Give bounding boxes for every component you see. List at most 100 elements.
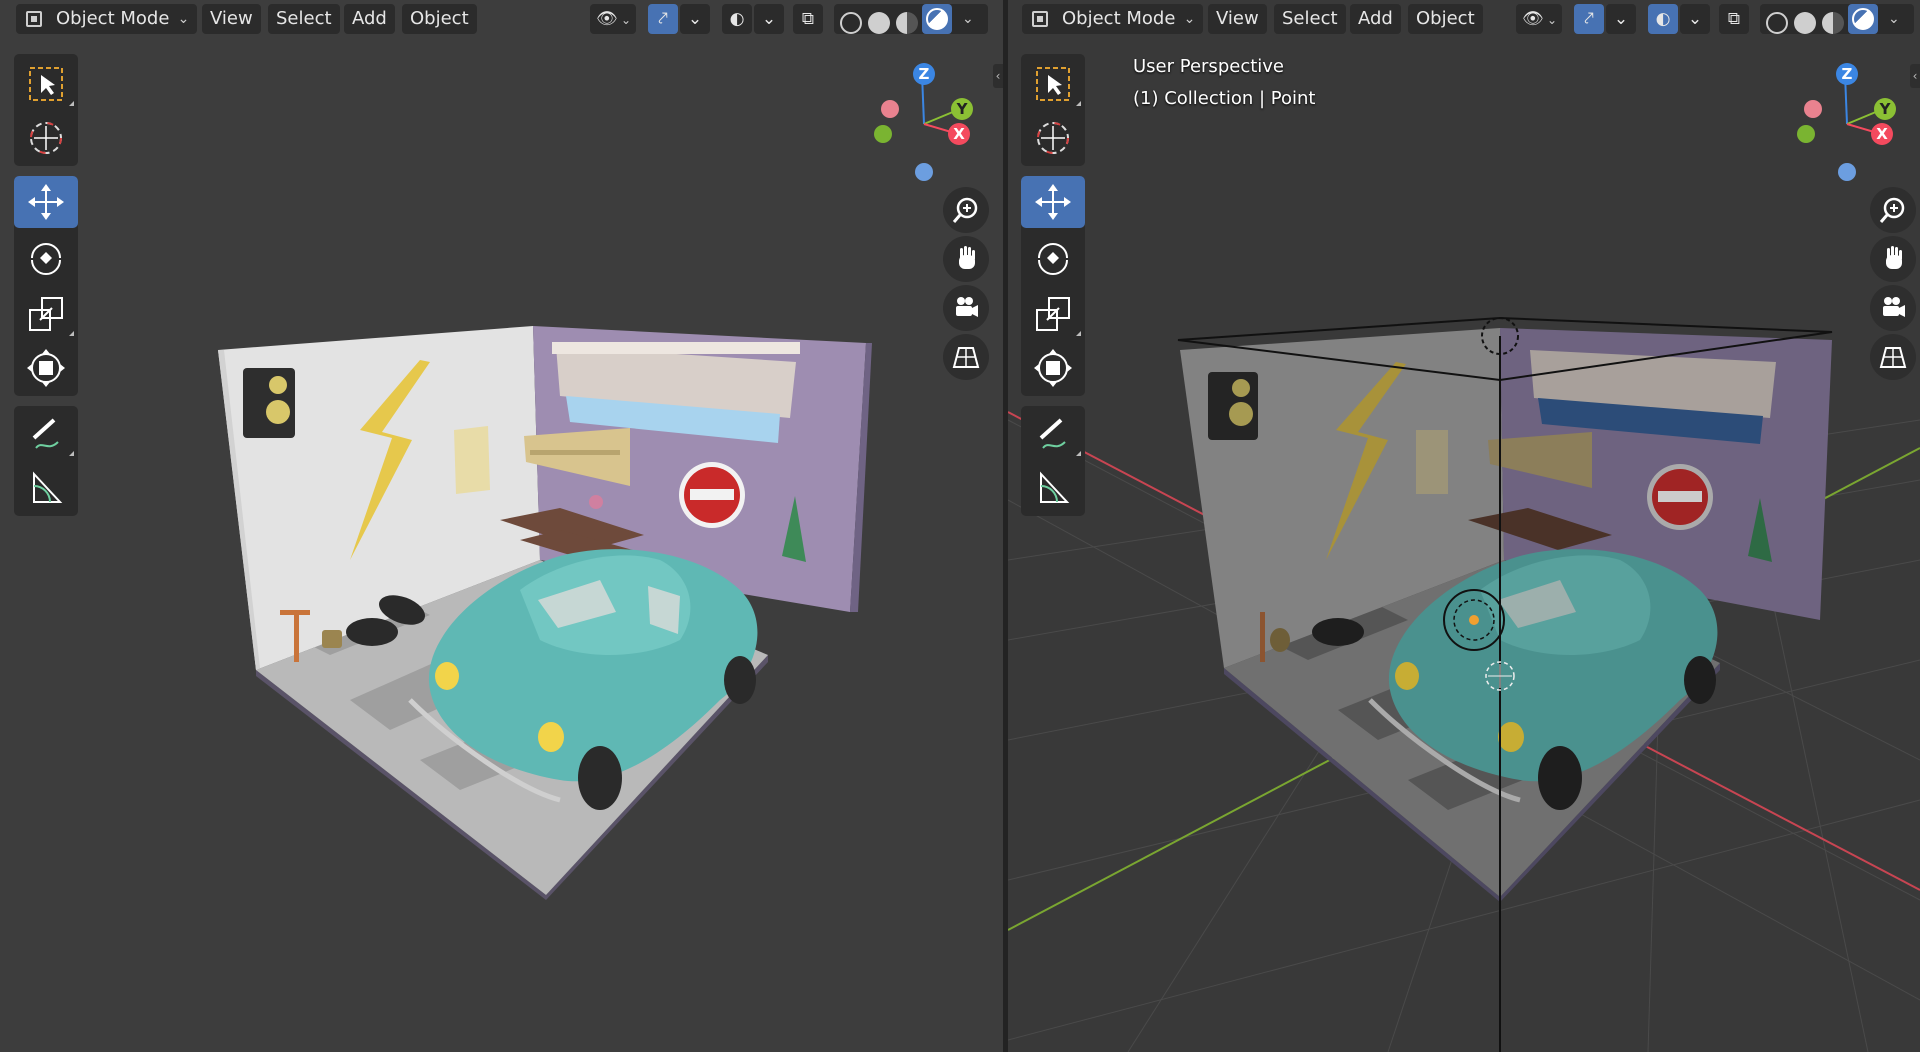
eye-icon: 👁 [596, 9, 618, 29]
visibility-dropdown[interactable]: 👁 ⌄ [590, 4, 636, 34]
menu-object[interactable]: Object [402, 4, 477, 34]
perspective-toggle-button[interactable] [1870, 334, 1916, 380]
rotate-icon [1038, 243, 1068, 275]
rendered-shading-button[interactable] [922, 4, 952, 34]
perspective-toggle-button[interactable] [943, 334, 989, 380]
material-shading-icon[interactable] [896, 12, 918, 34]
rotate-tool[interactable] [1021, 232, 1085, 284]
sidebar-collapse-tab[interactable]: ‹ [993, 64, 1003, 88]
overlay-toggle[interactable]: ◐ [722, 4, 752, 34]
cursor-tool[interactable] [14, 112, 78, 164]
gizmo-dropdown[interactable]: ⌄ [680, 4, 710, 34]
transform-tool[interactable] [1021, 342, 1085, 394]
move-tool[interactable] [14, 176, 78, 228]
annotate-tool[interactable] [14, 408, 78, 460]
select-box-icon [1036, 67, 1070, 101]
menu-select[interactable]: Select [268, 4, 340, 34]
eye-icon: 👁 [1522, 9, 1544, 29]
overlay-dropdown[interactable]: ⌄ [754, 4, 784, 34]
cursor-icon [1037, 122, 1069, 154]
navigation-gizmo[interactable]: Z Y X [1791, 58, 1901, 188]
menu-add[interactable]: Add [344, 4, 395, 34]
annotate-icon [32, 418, 59, 449]
chevron-down-icon: ⌄ [1546, 13, 1557, 27]
tool-group-select [14, 54, 78, 166]
scale-tool[interactable] [1021, 288, 1085, 340]
move-icon [1035, 184, 1071, 220]
overlay-icon: ◐ [729, 9, 745, 29]
gizmo-toggle[interactable]: ⤤ [1574, 4, 1604, 34]
scale-tool[interactable] [14, 288, 78, 340]
object-mode-icon [1032, 11, 1048, 27]
measure-tool[interactable] [1021, 462, 1085, 514]
chevron-down-icon[interactable]: ⌄ [962, 4, 974, 34]
object-mode-dropdown[interactable]: Object Mode ⌄ [1022, 4, 1204, 34]
gizmo-toggle[interactable]: ⤤ [648, 4, 678, 34]
move-tool[interactable] [1021, 176, 1085, 228]
rotate-tool[interactable] [14, 232, 78, 284]
transform-icon [1034, 349, 1072, 387]
move-icon [28, 184, 64, 220]
chevron-down-icon[interactable]: ⌄ [1888, 4, 1900, 34]
chevron-down-icon: ⌄ [761, 9, 777, 29]
select-box-tool[interactable] [1021, 58, 1085, 110]
cursor-tool[interactable] [1021, 112, 1085, 164]
select-box-tool[interactable] [14, 58, 78, 110]
wireframe-shading-icon[interactable] [1766, 12, 1788, 34]
navigation-gizmo[interactable]: Z Y X [868, 58, 978, 188]
material-shading-icon[interactable] [1822, 12, 1844, 34]
chevron-left-icon: ‹ [995, 69, 1001, 83]
rendered-shading-icon [926, 8, 948, 30]
garage-scene-wireframe [1008, 316, 1920, 1052]
menu-object[interactable]: Object [1408, 4, 1483, 34]
axis-y-label[interactable]: Y [1874, 98, 1896, 120]
zoom-button[interactable] [1870, 187, 1916, 233]
menu-select[interactable]: Select [1274, 4, 1346, 34]
gizmo-icon: ⤤ [658, 9, 668, 29]
pan-button[interactable] [943, 236, 989, 282]
solid-shading-icon[interactable] [868, 12, 890, 34]
xray-toggle[interactable]: ⧉ [793, 4, 823, 34]
axis-z-label[interactable]: Z [913, 63, 935, 85]
rotate-icon [31, 243, 61, 275]
axis-z-label[interactable]: Z [1836, 63, 1858, 85]
annotate-tool[interactable] [1021, 408, 1085, 460]
axis-x-label[interactable]: X [948, 123, 970, 145]
grid-icon [952, 347, 980, 368]
rendered-shading-button[interactable] [1848, 4, 1878, 34]
visibility-dropdown[interactable]: 👁 ⌄ [1516, 4, 1562, 34]
xray-icon: ⧉ [801, 9, 815, 29]
viewport-right[interactable]: Object Mode ⌄ View Select Add Object 👁 ⌄ … [1008, 0, 1920, 1052]
pan-button[interactable] [1870, 236, 1916, 282]
viewport-left[interactable]: Object Mode ⌄ View Select Add Object 👁 ⌄ … [0, 0, 1003, 1052]
overlay-toggle[interactable]: ◐ [1648, 4, 1678, 34]
xray-toggle[interactable]: ⧉ [1719, 4, 1749, 34]
axis-x-label[interactable]: X [1871, 123, 1893, 145]
transform-tool[interactable] [14, 342, 78, 394]
shading-group: ⌄ [1760, 4, 1914, 34]
menu-view[interactable]: View [1208, 4, 1267, 34]
pan-hand-icon [959, 246, 975, 269]
solid-shading-icon[interactable] [1794, 12, 1816, 34]
grid-icon [1879, 347, 1907, 368]
object-mode-dropdown[interactable]: Object Mode ⌄ [16, 4, 198, 34]
perspective-label: User Perspective [1133, 56, 1284, 77]
chevron-down-icon: ⌄ [177, 11, 190, 27]
garage-scene-render [218, 326, 872, 900]
xray-icon: ⧉ [1727, 9, 1741, 29]
measure-icon [33, 471, 63, 503]
axis-y-label[interactable]: Y [951, 98, 973, 120]
sidebar-collapse-tab[interactable]: ‹ [1910, 64, 1920, 88]
overlay-icon: ◐ [1655, 9, 1671, 29]
camera-view-button[interactable] [1870, 285, 1916, 331]
gizmo-dropdown[interactable]: ⌄ [1606, 4, 1636, 34]
menu-add[interactable]: Add [1350, 4, 1401, 34]
tool-group-annotate [1021, 406, 1085, 516]
overlay-dropdown[interactable]: ⌄ [1680, 4, 1710, 34]
camera-view-button[interactable] [943, 285, 989, 331]
object-mode-icon [26, 11, 42, 27]
wireframe-shading-icon[interactable] [840, 12, 862, 34]
measure-tool[interactable] [14, 462, 78, 514]
zoom-button[interactable] [943, 187, 989, 233]
menu-view[interactable]: View [202, 4, 261, 34]
